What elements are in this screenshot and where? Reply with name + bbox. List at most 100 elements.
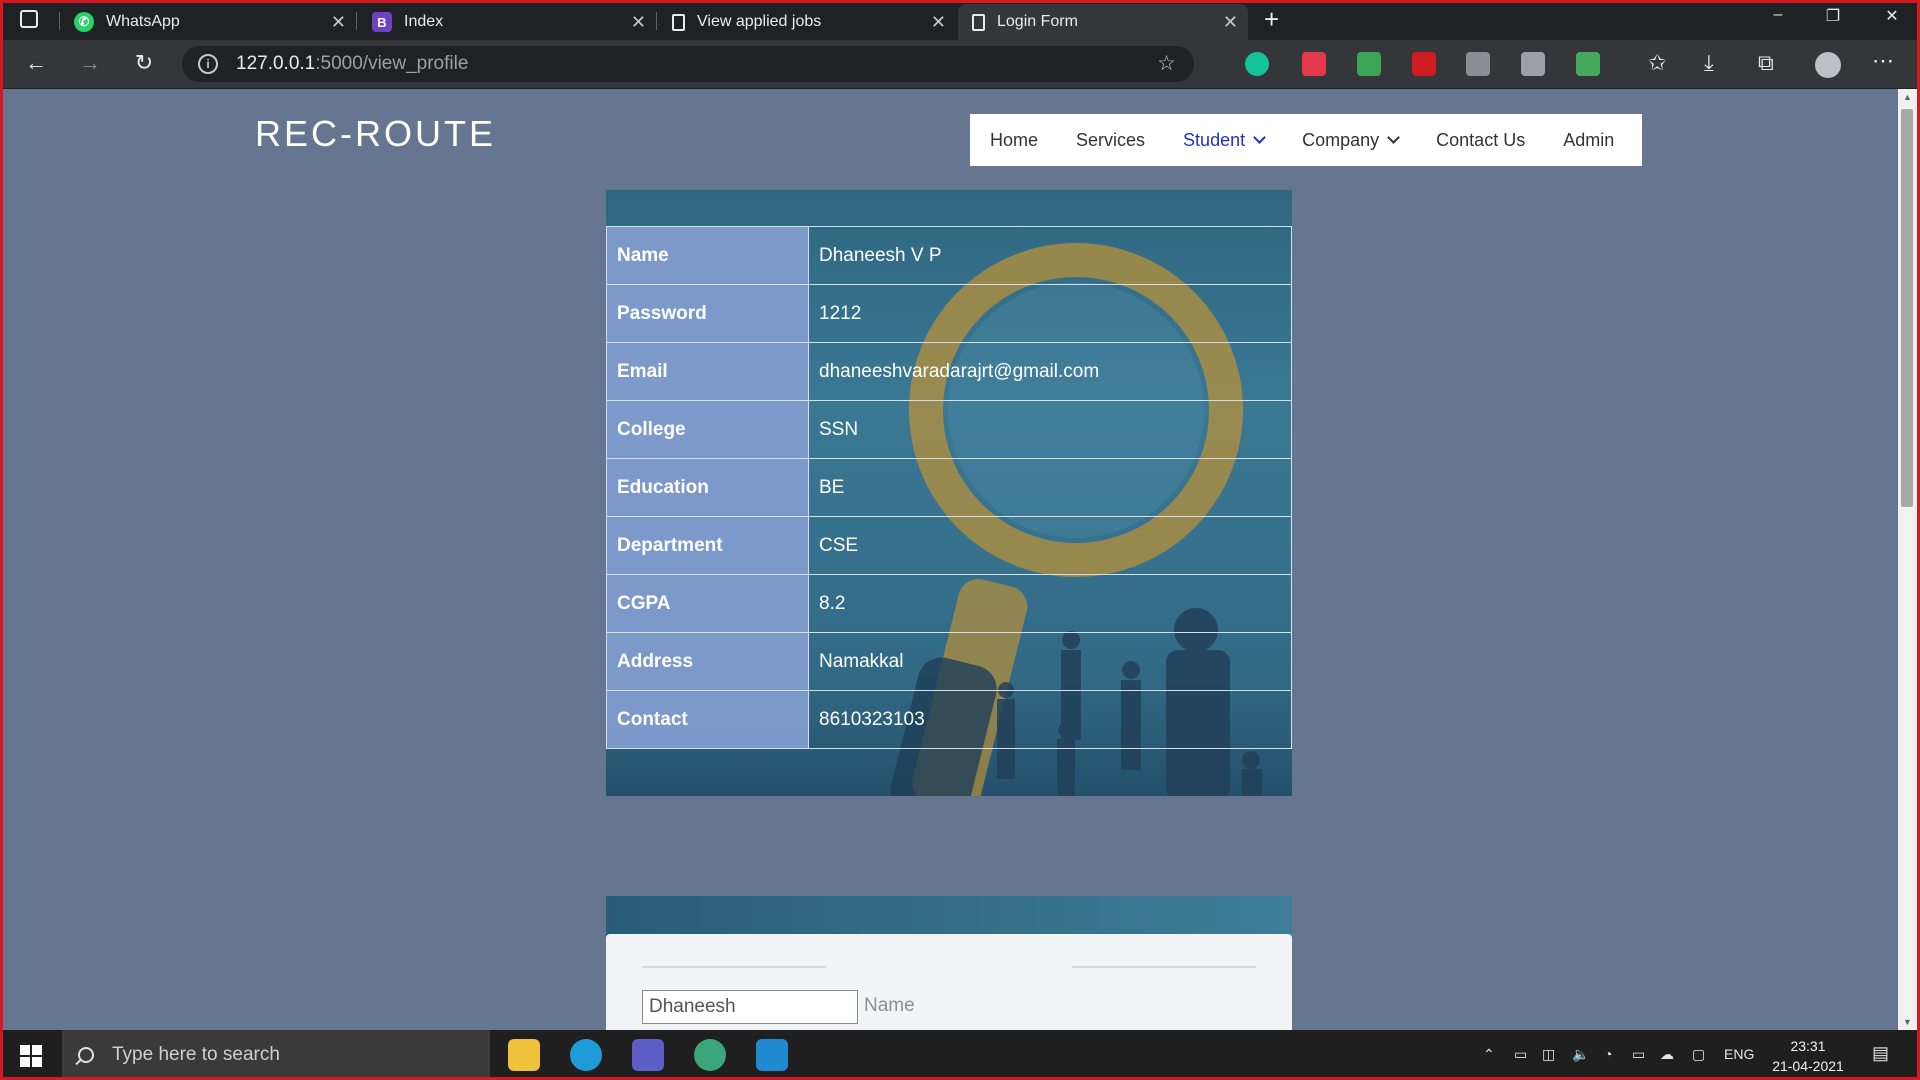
nav-student-label: Student (1183, 129, 1246, 150)
downloads-icon[interactable]: ⤓ (1704, 50, 1714, 76)
scroll-up-icon[interactable]: ▲ (1898, 92, 1917, 102)
password-value: 1212 (808, 284, 1292, 343)
taskbar-search[interactable]: Type here to search (62, 1030, 490, 1080)
contact-label: Contact (606, 690, 809, 749)
back-button[interactable]: ← (20, 50, 52, 76)
display-icon[interactable]: ▢ (1692, 1046, 1705, 1063)
cgpa-label: CGPA (606, 574, 809, 633)
collections-icon[interactable]: ⧉ (1758, 50, 1774, 76)
tab-login-form[interactable]: Login Form ✕ (958, 4, 1248, 40)
chevron-up-icon[interactable]: ⌃ (1483, 1046, 1495, 1063)
email-value: dhaneeshvaradarajrt@gmail.com (808, 342, 1292, 401)
bootstrap-icon: B (372, 12, 392, 32)
nav-contact[interactable]: Contact Us (1436, 130, 1525, 151)
notification-icon[interactable]: ▤ (1872, 1043, 1889, 1064)
camera-icon[interactable]: ◫ (1542, 1046, 1555, 1063)
name-value: Dhaneesh V P (808, 226, 1292, 285)
page-scrollbar[interactable]: ▲ ▼ (1898, 89, 1917, 1030)
volume-icon[interactable]: 🔈 (1572, 1046, 1589, 1063)
forward-button[interactable]: → (74, 50, 106, 76)
name-label: Name (606, 226, 809, 285)
browser-toolbar: ← → ↻ i 127.0.0.1:5000/view_profile ☆ ✩ … (0, 40, 1920, 89)
tab-whatsapp[interactable]: ✆ WhatsApp ✕ (60, 4, 356, 40)
tab-label: Login Form (997, 13, 1078, 30)
education-label: Education (606, 458, 809, 517)
new-tab-button[interactable]: + (1264, 4, 1279, 35)
department-value: CSE (808, 516, 1292, 575)
table-row: Name Dhaneesh V P (606, 226, 1292, 285)
nav-company[interactable]: Company (1302, 129, 1401, 151)
clock-date: 21-04-2021 (1772, 1058, 1844, 1074)
favorites-icon[interactable]: ✩ (1648, 50, 1666, 76)
browser-tab-strip: ✆ WhatsApp ✕ B Index ✕ View applied jobs… (0, 0, 1920, 40)
chatgpt-icon[interactable] (694, 1039, 726, 1071)
close-icon[interactable]: ✕ (1223, 12, 1238, 33)
pen-extension-icon[interactable] (1412, 52, 1436, 76)
url-host: 127.0.0.1 (236, 53, 316, 74)
name-field-label: Name (864, 995, 915, 1016)
windows-start-icon[interactable] (20, 1045, 42, 1067)
table-row: Email dhaneeshvaradarajrt@gmail.com (606, 342, 1292, 401)
table-row: Password 1212 (606, 284, 1292, 343)
minimize-button[interactable]: – (1758, 6, 1798, 24)
page-icon (972, 13, 985, 31)
table-row: College SSN (606, 400, 1292, 459)
profile-table: Name Dhaneesh V P Password 1212 Email dhane… (606, 226, 1292, 749)
edit-profile-form: Name (606, 934, 1292, 1030)
close-icon[interactable]: ✕ (631, 12, 646, 33)
restore-button[interactable]: ❐ (1813, 6, 1853, 26)
chevron-down-icon (1253, 131, 1266, 144)
windows-taskbar: Type here to search ⌃ ▭ ◫ 🔈 ◔ ▭ ☁ ▢ ENG … (0, 1030, 1920, 1080)
file-explorer-icon[interactable] (508, 1039, 540, 1071)
site-brand[interactable]: REC-ROUTE (255, 113, 496, 155)
tab-index[interactable]: B Index ✕ (358, 4, 656, 40)
extension-icon[interactable] (1521, 52, 1545, 76)
language-indicator[interactable]: ENG (1724, 1046, 1754, 1062)
close-window-button[interactable]: ✕ (1872, 6, 1912, 26)
search-icon (78, 1047, 94, 1063)
tab-actions-icon[interactable] (20, 10, 38, 28)
clock[interactable]: 23:31 21-04-2021 (1758, 1036, 1858, 1076)
grammarly-icon[interactable] (1245, 52, 1269, 76)
edge-icon[interactable] (570, 1039, 602, 1071)
nav-services[interactable]: Services (1076, 130, 1145, 151)
scroll-thumb[interactable] (1901, 109, 1913, 507)
password-label: Password (606, 284, 809, 343)
tab-label: Index (404, 13, 444, 30)
profile-avatar[interactable] (1815, 52, 1841, 78)
college-value: SSN (808, 400, 1292, 459)
onedrive-icon[interactable]: ☁ (1660, 1046, 1674, 1063)
nav-home[interactable]: Home (990, 130, 1038, 151)
wifi-icon[interactable]: ◔ (1604, 1046, 1612, 1062)
info-icon[interactable]: i (198, 54, 218, 74)
scroll-down-icon[interactable]: ▼ (1898, 1017, 1917, 1027)
address-bar[interactable]: i 127.0.0.1:5000/view_profile ☆ (182, 46, 1194, 82)
vscode-icon[interactable] (756, 1039, 788, 1071)
table-row: Education BE (606, 458, 1292, 517)
add-favorite-icon[interactable]: ☆ (1157, 51, 1176, 76)
edit-profile-card: Name (606, 896, 1292, 1030)
whatsapp-icon: ✆ (74, 12, 94, 32)
divider (642, 966, 826, 968)
tab-label: View applied jobs (697, 13, 822, 30)
menu-icon[interactable]: ⋯ (1872, 48, 1894, 74)
close-icon[interactable]: ✕ (331, 12, 346, 33)
table-row: Contact 8610323103 (606, 690, 1292, 749)
pocket-icon[interactable] (1302, 52, 1326, 76)
tab-view-applied-jobs[interactable]: View applied jobs ✕ (658, 4, 956, 40)
search-placeholder: Type here to search (112, 1044, 280, 1065)
meet-now-icon[interactable]: ▭ (1514, 1046, 1527, 1063)
reload-button[interactable]: ↻ (128, 50, 160, 76)
extension-badge-icon[interactable] (1357, 52, 1381, 76)
extension-icon[interactable] (1576, 52, 1600, 76)
table-row: CGPA 8.2 (606, 574, 1292, 633)
battery-icon[interactable]: ▭ (1632, 1046, 1645, 1063)
page-icon (672, 13, 685, 31)
nav-company-label: Company (1302, 129, 1380, 150)
teams-icon[interactable] (632, 1039, 664, 1071)
extension-icon[interactable] (1466, 52, 1490, 76)
nav-student[interactable]: Student (1183, 129, 1266, 151)
nav-admin[interactable]: Admin (1563, 130, 1614, 151)
close-icon[interactable]: ✕ (931, 12, 946, 33)
name-input[interactable] (642, 990, 858, 1024)
